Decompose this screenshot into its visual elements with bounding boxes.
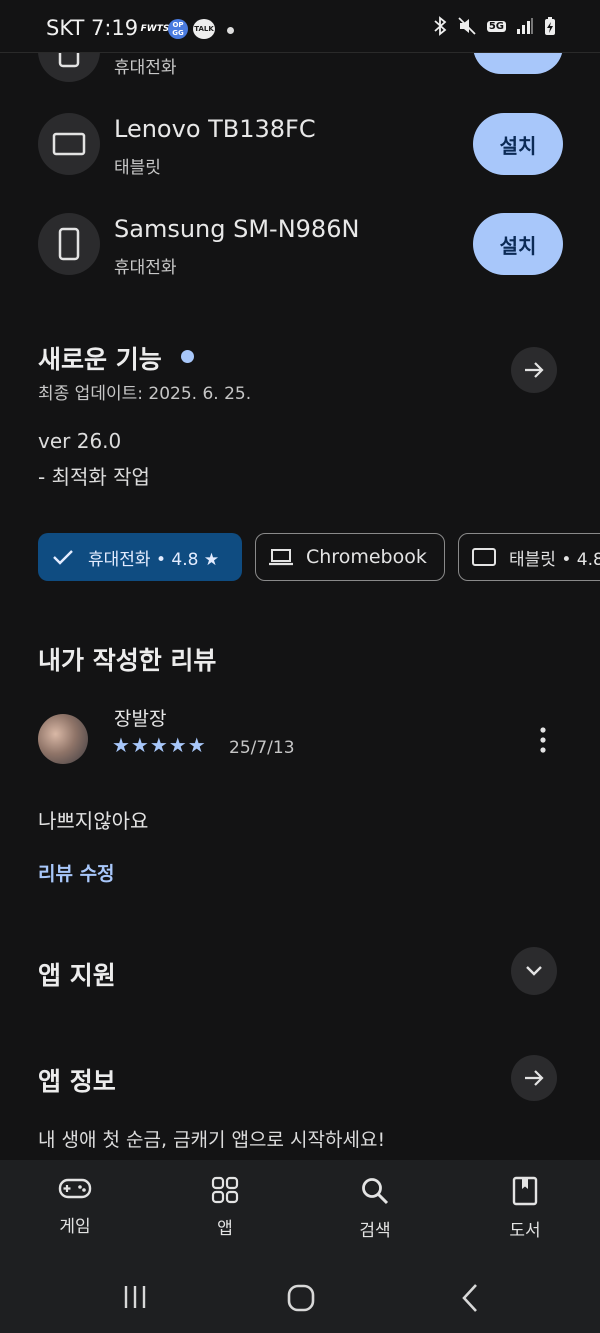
nav-apps[interactable]: 앱	[175, 1176, 275, 1239]
gamepad-icon	[58, 1178, 92, 1199]
app-support-title: 앱 지원	[38, 961, 116, 990]
release-note: - 최적화 작업	[38, 465, 150, 489]
nav-label: 도서	[509, 1221, 541, 1241]
device-type: 휴대전화	[114, 258, 177, 278]
arrow-right-icon	[525, 362, 544, 378]
recent-apps-icon[interactable]	[122, 1284, 148, 1310]
edit-review-link[interactable]: 리뷰 수정	[38, 859, 115, 886]
chip-label: Chromebook	[306, 546, 427, 568]
my-review-title: 내가 작성한 리뷰	[38, 646, 217, 675]
nav-label: 검색	[359, 1221, 391, 1241]
chip-phone[interactable]: 휴대전화 • 4.8 ★	[38, 533, 242, 581]
system-nav-bar	[0, 1260, 600, 1333]
carrier-time: SKT 7:19	[46, 16, 139, 40]
review-author: 장발장	[114, 708, 167, 730]
status-bar: SKT 7:19 FWTS OP GG TALK 5G	[0, 0, 600, 52]
opgg-app-icon: OP GG	[168, 19, 188, 39]
chip-tablet[interactable]: 태블릿 • 4.8	[458, 533, 600, 581]
tablet-icon	[472, 548, 496, 566]
arrow-right-icon	[525, 1070, 544, 1086]
more-options-button[interactable]	[530, 726, 556, 754]
nav-games[interactable]: 게임	[25, 1176, 125, 1237]
app-info-title: 앱 정보	[38, 1067, 116, 1096]
laptop-icon	[269, 549, 293, 566]
bluetooth-icon	[434, 16, 447, 36]
chip-label: 휴대전화 • 4.8 ★	[88, 549, 220, 570]
app-description: 내 생애 첫 순금, 금캐기 앱으로 시작하세요!	[38, 1129, 386, 1151]
avatar	[38, 714, 88, 764]
mute-icon	[458, 17, 476, 35]
notification-dot-icon	[227, 27, 234, 34]
phone-icon	[58, 227, 80, 261]
chip-label: 태블릿 • 4.8	[509, 549, 600, 570]
network-5g-icon: 5G	[486, 20, 506, 32]
partial-device-type: 휴대전화	[114, 58, 177, 78]
review-date: 25/7/13	[229, 738, 295, 758]
back-icon[interactable]	[460, 1283, 480, 1313]
nav-label: 게임	[59, 1217, 91, 1237]
status-icons: 5G	[433, 16, 556, 36]
battery-charging-icon	[545, 17, 555, 35]
review-text: 나쁘지않아요	[38, 809, 149, 833]
kakaotalk-app-icon: TALK	[193, 19, 215, 39]
install-button[interactable]: 설치	[473, 113, 563, 175]
new-indicator-dot	[181, 350, 194, 363]
chip-chromebook[interactable]: Chromebook	[255, 533, 445, 581]
tablet-device-icon-circle	[38, 113, 100, 175]
device-name: Lenovo TB138FC	[114, 115, 316, 143]
device-type: 태블릿	[114, 158, 161, 178]
chevron-down-icon	[526, 966, 542, 976]
home-icon[interactable]	[287, 1284, 315, 1312]
nav-label: 앱	[217, 1219, 233, 1239]
phone-device-icon-circle	[38, 213, 100, 275]
check-icon	[53, 550, 73, 565]
fwts-app-icon: FWTS	[140, 24, 170, 34]
device-name: Samsung SM-N986N	[114, 215, 360, 243]
whats-new-title: 새로운 기능	[38, 345, 162, 374]
book-icon	[512, 1176, 538, 1206]
status-divider	[0, 52, 600, 53]
app-info-arrow-button[interactable]	[511, 1055, 557, 1101]
more-vert-icon	[540, 727, 546, 753]
signal-icon	[517, 18, 533, 34]
last-updated-date: 최종 업데이트: 2025. 6. 25.	[38, 384, 252, 404]
search-icon	[362, 1178, 389, 1205]
nav-search[interactable]: 검색	[325, 1176, 425, 1241]
review-stars: ★★★★★	[112, 733, 207, 757]
whats-new-arrow-button[interactable]	[511, 347, 557, 393]
install-button[interactable]: 설치	[473, 213, 563, 275]
app-support-expand-button[interactable]	[511, 947, 557, 995]
nav-books[interactable]: 도서	[475, 1176, 575, 1241]
apps-grid-icon	[211, 1176, 239, 1204]
version-text: ver 26.0	[38, 429, 122, 453]
tablet-icon	[52, 132, 86, 156]
bottom-nav: 게임 앱 검색 도서	[0, 1160, 600, 1260]
